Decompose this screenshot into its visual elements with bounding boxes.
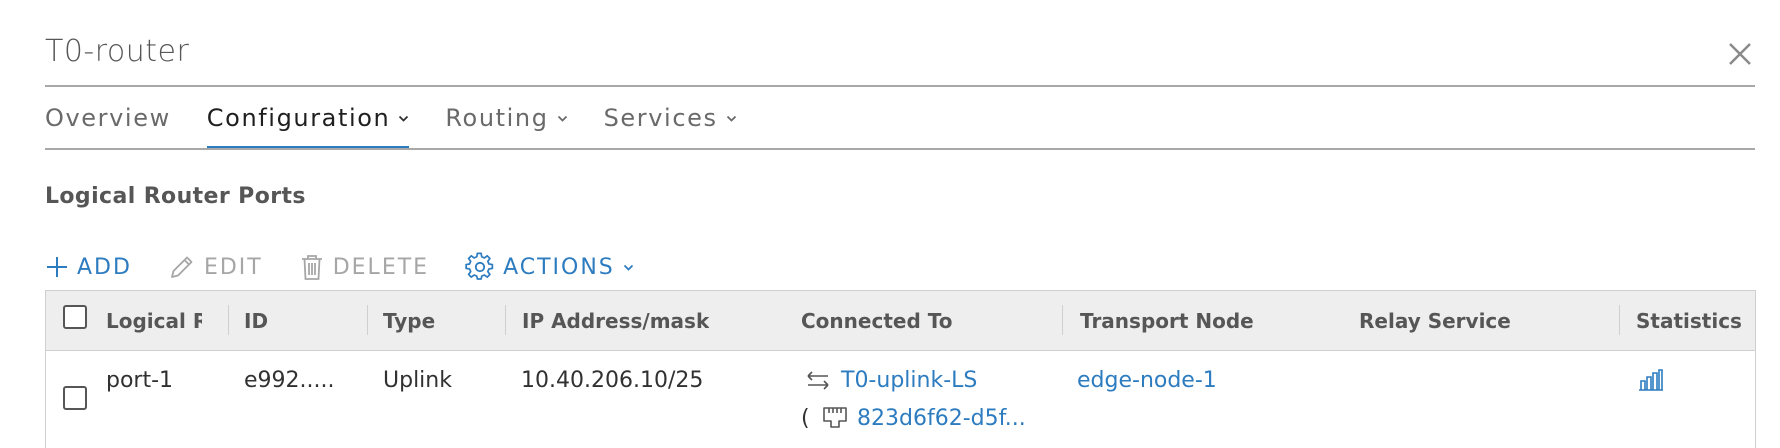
add-label: ADD	[77, 254, 132, 280]
column-header-relay-service[interactable]: Relay Service	[1359, 291, 1511, 351]
page-title: T0-router	[45, 34, 190, 69]
column-header-ip-address[interactable]: IP Address/mask	[522, 291, 709, 351]
column-resizer[interactable]	[505, 305, 506, 335]
section-title: Logical Router Ports	[45, 184, 306, 209]
column-header-transport-node[interactable]: Transport Node	[1080, 291, 1254, 351]
tab-configuration[interactable]: Configuration	[206, 98, 410, 150]
title-divider	[45, 85, 1755, 87]
column-resizer[interactable]	[228, 305, 229, 335]
delete-label: DELETE	[332, 254, 430, 280]
tabs-divider	[45, 148, 1755, 150]
select-all-checkbox[interactable]	[63, 305, 87, 329]
column-header-connected-to[interactable]: Connected To	[801, 291, 952, 351]
edit-label: EDIT	[203, 254, 263, 280]
connected-port-link[interactable]: 823d6f62-d5f...	[857, 406, 1026, 431]
tab-overview[interactable]: Overview	[45, 98, 171, 150]
tab-bar: Overview Configuration Routing Services	[45, 98, 773, 150]
port-type: Uplink	[383, 368, 452, 393]
port-name: port-1	[106, 368, 174, 393]
connected-port-paren: (	[801, 406, 810, 431]
gear-icon	[465, 252, 494, 280]
port-ip: 10.40.206.10/25	[521, 368, 704, 393]
tab-label: Overview	[45, 104, 171, 132]
bar-chart-icon[interactable]	[1637, 367, 1665, 393]
tab-label: Routing	[445, 104, 549, 132]
connected-switch-link[interactable]: T0-uplink-LS	[841, 368, 977, 393]
tab-label: Configuration	[206, 104, 391, 132]
table-header: Logical Router Port ID Type IP Address/m…	[46, 291, 1755, 351]
plus-icon	[47, 257, 67, 277]
close-icon[interactable]	[1726, 40, 1754, 68]
row-checkbox[interactable]	[63, 386, 87, 410]
delete-button[interactable]: DELETE	[299, 253, 429, 281]
ports-table: Logical Router Port ID Type IP Address/m…	[45, 290, 1756, 448]
toolbar: ADD EDIT DELETE ACTIONS	[45, 248, 678, 286]
logical-switch-icon	[807, 371, 829, 390]
transport-node-link[interactable]: edge-node-1	[1077, 368, 1217, 393]
chevron-down-icon	[557, 115, 567, 122]
column-resizer[interactable]	[1062, 305, 1063, 335]
chevron-down-icon	[623, 264, 633, 271]
column-header-type[interactable]: Type	[383, 291, 435, 351]
actions-button[interactable]: ACTIONS	[465, 252, 642, 282]
actions-label: ACTIONS	[503, 254, 615, 280]
column-header-statistics[interactable]: Statistics	[1636, 291, 1742, 351]
trash-icon	[301, 255, 322, 280]
tab-label: Services	[603, 104, 718, 132]
chevron-down-icon	[726, 115, 736, 122]
tab-routing[interactable]: Routing	[445, 98, 567, 150]
column-resizer[interactable]	[367, 305, 368, 335]
chevron-down-icon	[399, 115, 409, 122]
column-resizer[interactable]	[1619, 305, 1620, 335]
port-id: e992.....	[244, 368, 335, 393]
column-header-logical-router-port[interactable]: Logical Router Port	[106, 291, 202, 351]
column-header-id[interactable]: ID	[244, 291, 268, 351]
tab-services[interactable]: Services	[604, 98, 737, 150]
add-button[interactable]: ADD	[45, 255, 132, 280]
edit-button[interactable]: EDIT	[168, 253, 263, 281]
pencil-icon	[171, 256, 193, 278]
port-icon	[823, 407, 847, 428]
